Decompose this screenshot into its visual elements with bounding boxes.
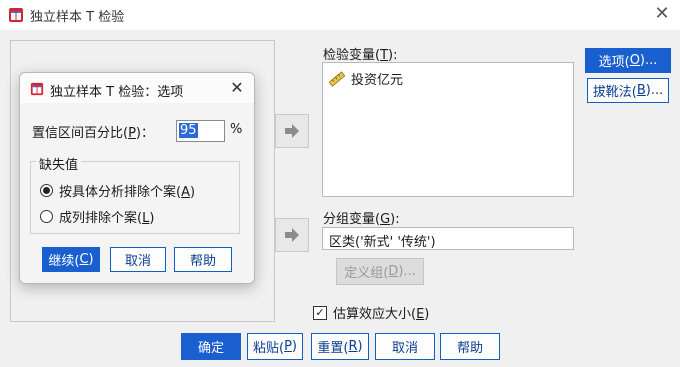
options-dialog-title: 独立样本 T 检验：选项 (50, 85, 184, 100)
exclude-listwise-radio[interactable] (40, 210, 53, 223)
group-var-field[interactable]: 区类('新式' '传统') (322, 227, 574, 250)
options-close-icon[interactable]: ✕ (226, 77, 248, 99)
options-button[interactable]: 选项(O)... (585, 48, 671, 73)
continue-button[interactable]: 继续(C) (42, 247, 100, 272)
window-close-icon[interactable]: ✕ (650, 3, 674, 27)
ruler-scale-icon (329, 70, 345, 87)
group-var-value: 区类('新式' '传统') (329, 235, 436, 250)
bootstrap-button[interactable]: 拔靴法(B)... (587, 78, 669, 103)
ci-label: 置信区间百分比(P)： (32, 126, 154, 141)
ci-percent-value: 95 (179, 123, 198, 138)
missing-values-title: 缺失值 (36, 154, 82, 173)
window-title: 独立样本 T 检验 (30, 10, 125, 25)
test-vars-list[interactable]: 投资亿元 (322, 62, 574, 197)
effect-size-label: 估算效应大小(E) (333, 307, 430, 322)
spss-table-icon (8, 7, 24, 23)
move-to-group-var-button[interactable] (275, 218, 309, 252)
exclude-analysis-label: 按具体分析排除个案(A) (59, 185, 196, 200)
move-to-test-vars-button[interactable] (275, 114, 309, 148)
test-vars-label: 检验变量(T): (323, 48, 398, 63)
ci-percent-input[interactable]: 95 (176, 120, 225, 142)
list-item-label: 投资亿元 (351, 73, 404, 88)
cancel-button[interactable]: 取消 (375, 333, 435, 360)
list-item[interactable]: 投资亿元 (329, 69, 403, 88)
group-var-label: 分组变量(G): (323, 212, 400, 227)
exclude-listwise-option[interactable]: 成列排除个案(L) (40, 207, 154, 226)
paste-button[interactable]: 粘贴(P) (247, 333, 303, 360)
exclude-analysis-radio[interactable] (40, 184, 53, 197)
percent-sign: % (230, 122, 243, 137)
exclude-analysis-option[interactable]: 按具体分析排除个案(A) (40, 181, 195, 200)
options-cancel-button[interactable]: 取消 (110, 247, 166, 272)
define-groups-button[interactable]: 定义组(D)... (336, 258, 424, 285)
ok-button[interactable]: 确定 (181, 333, 241, 360)
options-dialog: 独立样本 T 检验：选项 ✕ 置信区间百分比(P)： 95 % 缺失值 按具体分… (19, 72, 255, 284)
right-arrow-icon (285, 228, 299, 242)
effect-size-checkbox[interactable]: ✓ (313, 305, 327, 320)
exclude-listwise-label: 成列排除个案(L) (59, 211, 155, 226)
options-help-button[interactable]: 帮助 (174, 247, 232, 272)
spss-table-icon (30, 82, 44, 96)
effect-size-option[interactable]: ✓ 估算效应大小(E) (313, 303, 429, 322)
right-arrow-icon (285, 124, 299, 138)
reset-button[interactable]: 重置(R) (311, 333, 369, 360)
help-button[interactable]: 帮助 (440, 333, 500, 360)
